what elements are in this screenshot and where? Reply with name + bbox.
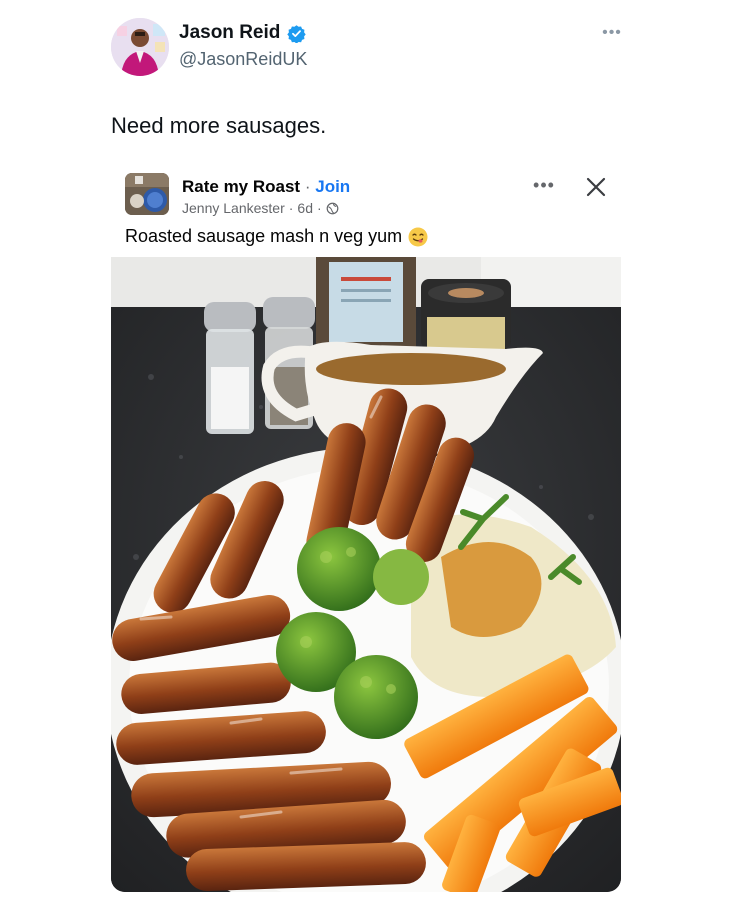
author-avatar[interactable] <box>111 18 169 76</box>
author-handle[interactable]: @JasonReidUK <box>179 49 307 70</box>
post-meta: Jenny Lankester · 6d · <box>182 200 339 216</box>
author-name[interactable]: Jason Reid <box>179 22 307 44</box>
globe-icon <box>326 202 339 214</box>
post-more-options-icon[interactable]: ••• <box>531 175 557 195</box>
yum-face-emoji <box>408 227 428 246</box>
separator-dot: · <box>304 177 311 196</box>
post-time[interactable]: 6d <box>297 200 313 216</box>
group-header: Rate my Roast · Join <box>182 177 350 197</box>
food-photo-illustration <box>111 257 621 892</box>
close-icon[interactable] <box>584 175 608 199</box>
verified-badge-icon <box>287 24 307 43</box>
poster-name[interactable]: Jenny Lankester <box>182 200 285 216</box>
tweet-text: Need more sausages. <box>111 113 327 138</box>
caption-text: Roasted sausage mash n veg yum <box>125 226 403 246</box>
meta-separator: · <box>288 200 294 216</box>
join-button[interactable]: Join <box>315 177 350 196</box>
post-photo[interactable] <box>111 257 621 892</box>
group-name[interactable]: Rate my Roast <box>182 177 300 196</box>
meta-separator-2: · <box>316 200 322 216</box>
more-options-icon[interactable]: ••• <box>600 24 624 42</box>
author-name-text[interactable]: Jason Reid <box>179 22 280 44</box>
group-avatar[interactable] <box>125 173 169 215</box>
post-caption: Roasted sausage mash n veg yum <box>125 226 428 247</box>
